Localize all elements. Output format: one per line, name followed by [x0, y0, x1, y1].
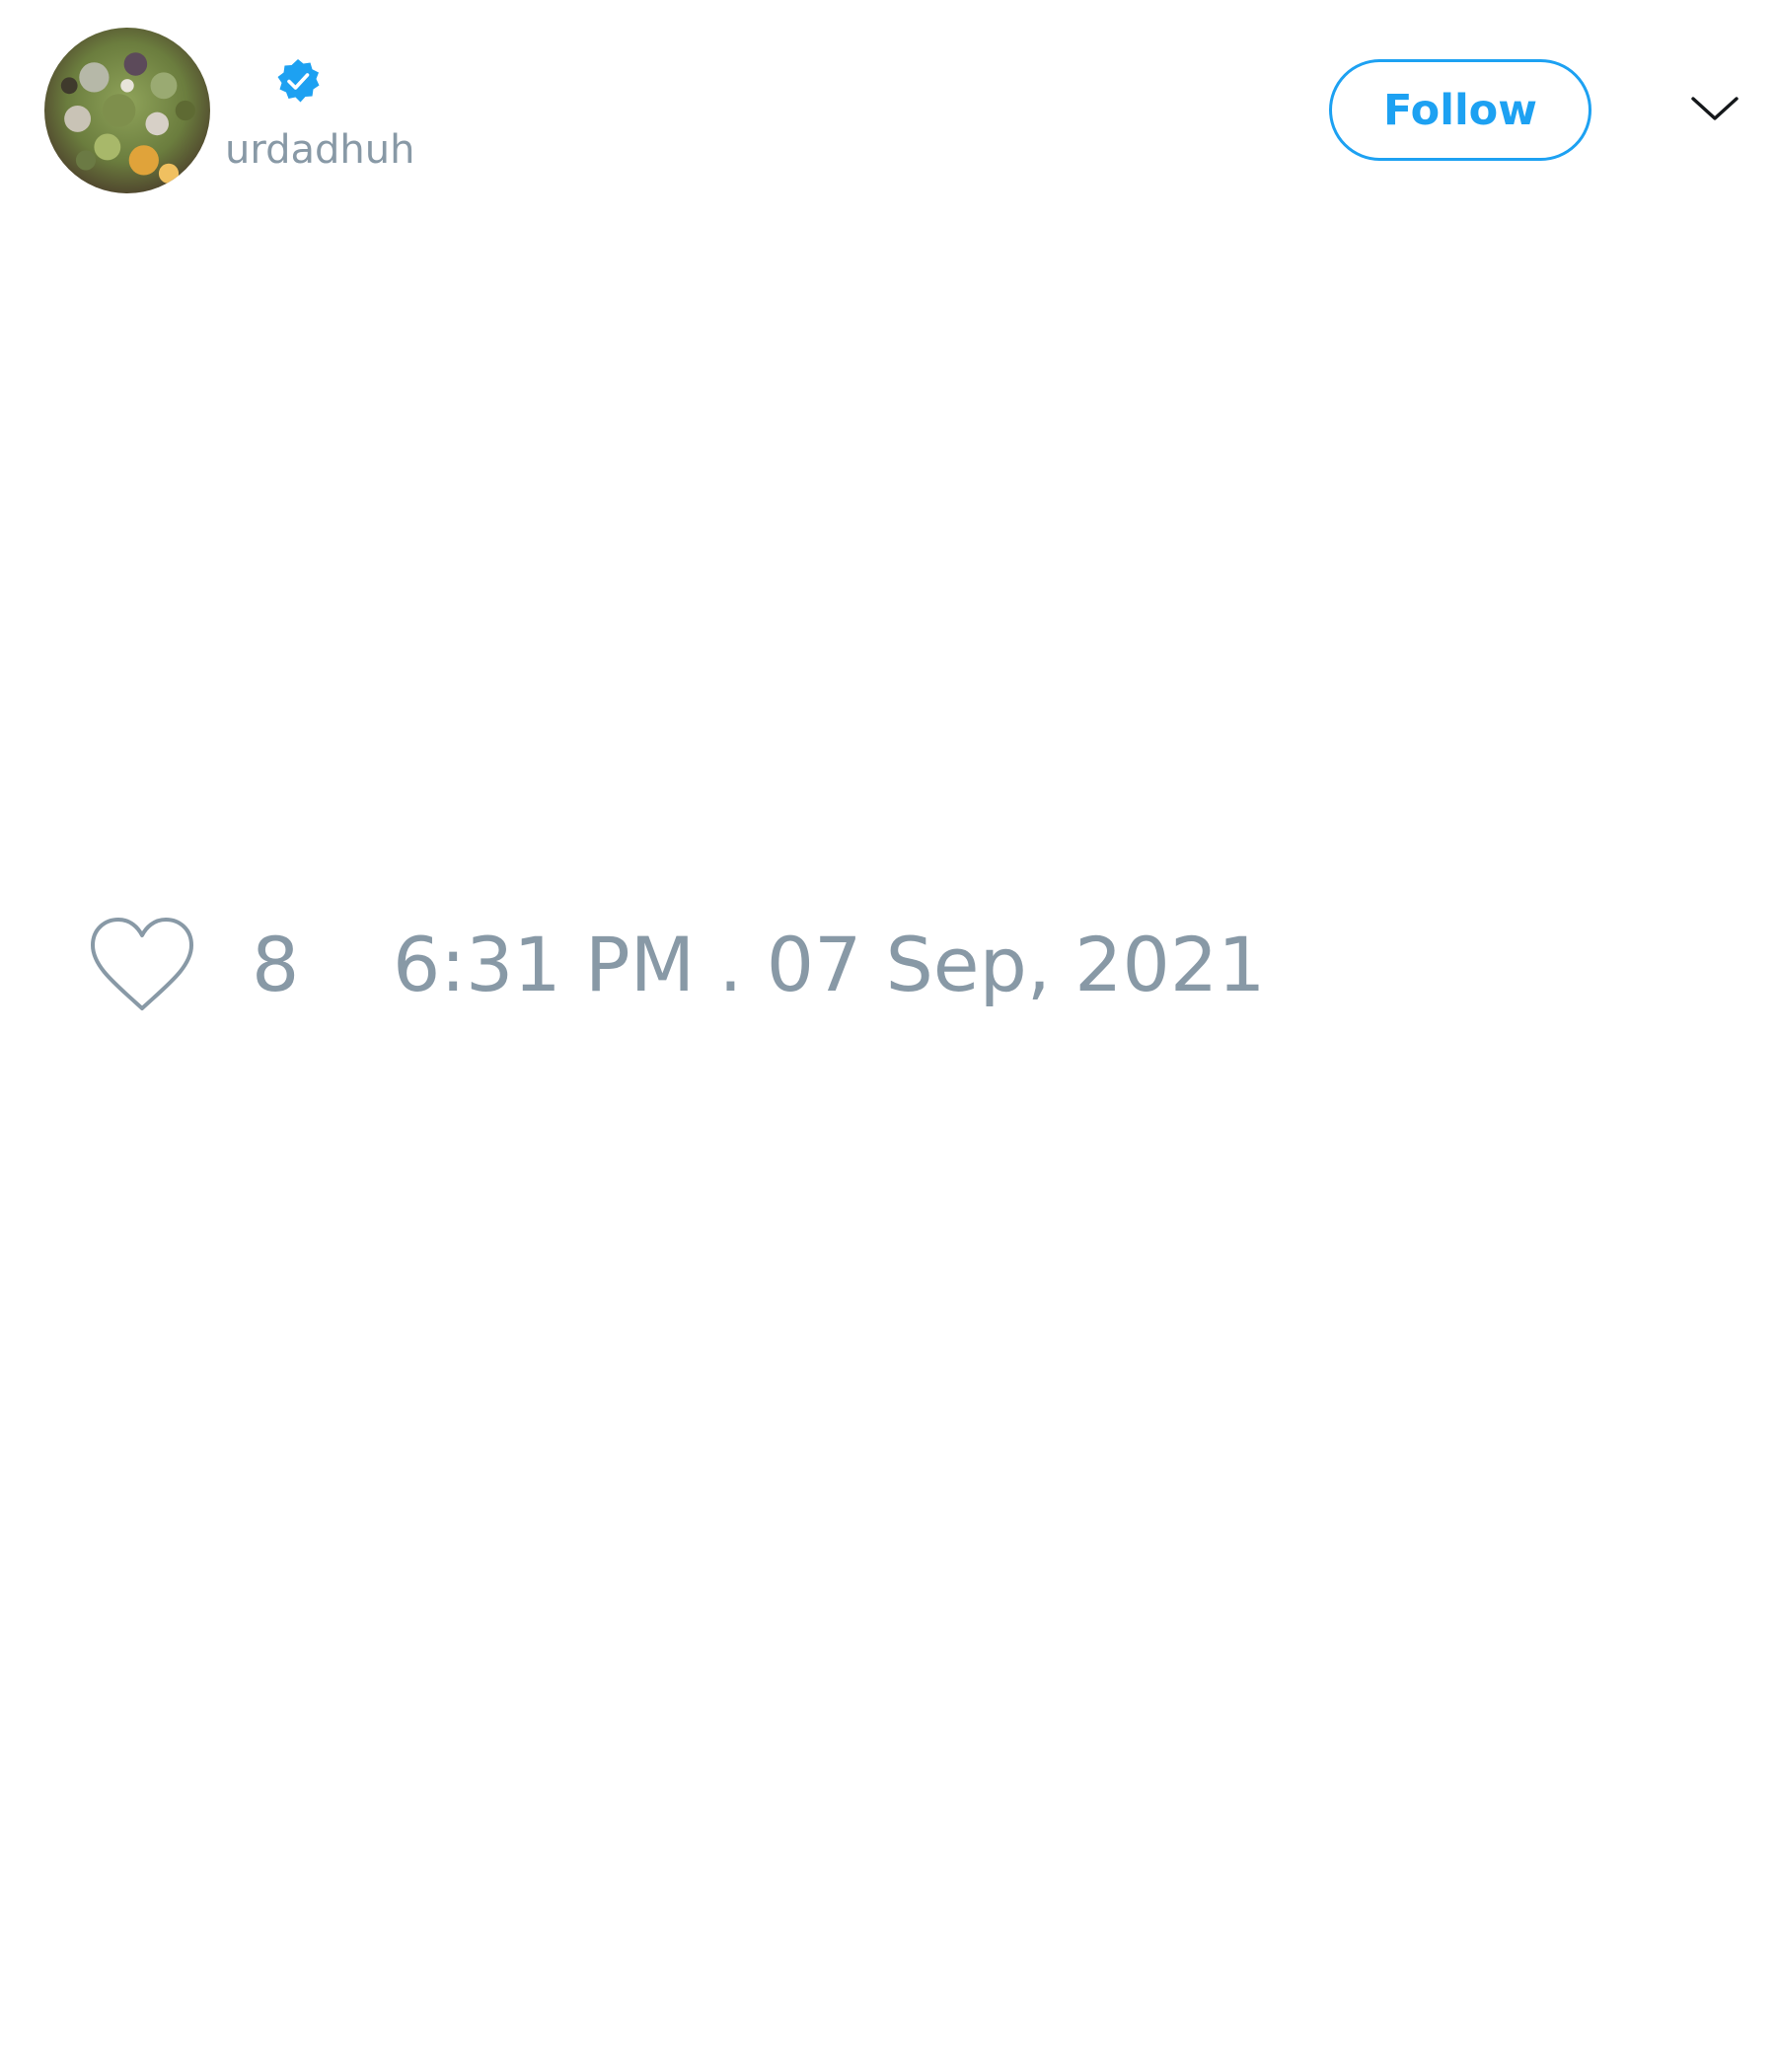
author-handle[interactable]: urdadhuh: [225, 126, 414, 174]
avatar[interactable]: [44, 28, 210, 193]
avatar-image: [44, 28, 210, 193]
like-count: 8: [252, 921, 300, 1008]
heart-outline-icon[interactable]: [87, 916, 197, 1014]
verified-badge-icon: [274, 57, 322, 105]
chevron-down-icon[interactable]: [1689, 89, 1740, 128]
follow-button[interactable]: Follow: [1329, 59, 1591, 161]
tweet-timestamp[interactable]: 6:31 PM . 07 Sep, 2021: [393, 924, 1266, 1006]
